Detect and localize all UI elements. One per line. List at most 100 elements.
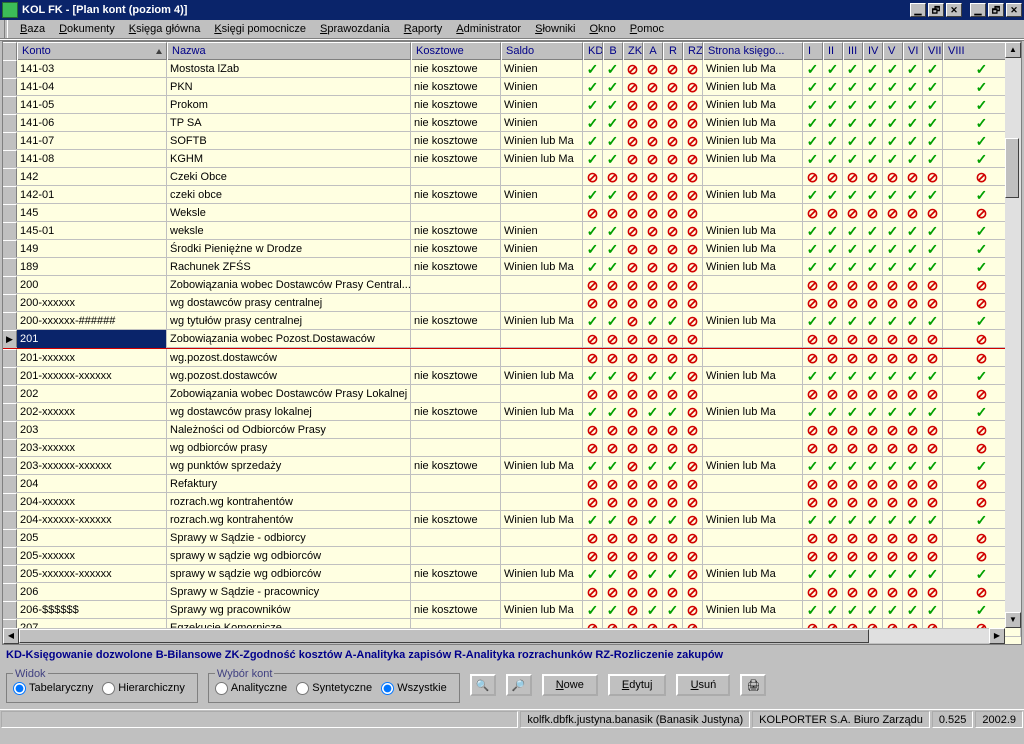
cell-v: ⊘ [883, 168, 903, 186]
table-row[interactable]: 142-01czeki obcenie kosztoweWinien✓✓⊘⊘⊘⊘… [3, 186, 1021, 204]
close-button[interactable]: ✕ [1006, 3, 1022, 17]
table-row[interactable]: 142Czeki Obce⊘⊘⊘⊘⊘⊘⊘⊘⊘⊘⊘⊘⊘⊘ [3, 168, 1021, 186]
menu-ksiegi-pomocnicze[interactable]: Księgi pomocnicze [208, 21, 312, 37]
cell-i: ⊘ [803, 294, 823, 312]
table-row[interactable]: 201-xxxxxx-xxxxxxwg.pozost.dostawcównie … [3, 367, 1021, 385]
menu-raporty[interactable]: Raporty [398, 21, 449, 37]
menu-dokumenty[interactable]: Dokumenty [53, 21, 121, 37]
table-row[interactable]: 206-$$$$$$Sprawy wg pracownikównie koszt… [3, 601, 1021, 619]
print-button[interactable]: 🖨 [740, 674, 766, 696]
zoom-out-button[interactable]: 🔎 [506, 674, 532, 696]
col-nazwa[interactable]: Nazwa [167, 42, 411, 60]
cell-iii: ⊘ [843, 349, 863, 367]
cell-iv: ✓ [863, 312, 883, 330]
vertical-thumb[interactable] [1005, 138, 1019, 198]
cell-vi: ✓ [903, 601, 923, 619]
mdi-maximize-button[interactable]: 🗗 [928, 3, 944, 17]
col-iii[interactable]: III [843, 42, 863, 60]
minimize-button[interactable]: ▁ [970, 3, 986, 17]
table-row[interactable]: 204-xxxxxx-xxxxxxrozrach.wg kontrahentów… [3, 511, 1021, 529]
table-row[interactable]: 205-xxxxxx-xxxxxxsprawy w sądzie wg odbi… [3, 565, 1021, 583]
table-row[interactable]: 204-xxxxxxrozrach.wg kontrahentów⊘⊘⊘⊘⊘⊘⊘… [3, 493, 1021, 511]
menu-sprawozdania[interactable]: Sprawozdania [314, 21, 396, 37]
col-kosztowe[interactable]: Kosztowe [411, 42, 501, 60]
col-kd[interactable]: KD [583, 42, 603, 60]
menu-slowniki[interactable]: Słowniki [529, 21, 581, 37]
col-rz[interactable]: RZ [683, 42, 703, 60]
scroll-down-button[interactable]: ▼ [1005, 612, 1021, 628]
menu-okno[interactable]: Okno [583, 21, 621, 37]
table-row[interactable]: 189Rachunek ZFŚSnie kosztoweWinien lub M… [3, 258, 1021, 276]
table-row[interactable]: 201Zobowiązania wobec Pozost.Dostawaców⊘… [3, 330, 1021, 348]
row-indicator [3, 186, 17, 203]
radio-analityczne[interactable]: Analityczne [215, 682, 287, 695]
table-row[interactable]: 202-xxxxxx wg dostawców prasy lokalnejni… [3, 403, 1021, 421]
table-row[interactable]: 200-xxxxxxwg dostawców prasy centralnej⊘… [3, 294, 1021, 312]
col-ii[interactable]: II [823, 42, 843, 60]
table-row[interactable]: 205Sprawy w Sądzie - odbiorcy⊘⊘⊘⊘⊘⊘⊘⊘⊘⊘⊘… [3, 529, 1021, 547]
horizontal-thumb[interactable] [19, 629, 869, 643]
grid-body[interactable]: 141-03Mostosta lZabnie kosztoweWinien✓✓⊘… [3, 60, 1021, 646]
col-zk[interactable]: ZK [623, 42, 643, 60]
table-row[interactable]: 145Weksle⊘⊘⊘⊘⊘⊘⊘⊘⊘⊘⊘⊘⊘⊘ [3, 204, 1021, 222]
col-a[interactable]: A [643, 42, 663, 60]
nowe-button[interactable]: Nowe [542, 674, 598, 696]
col-vii[interactable]: VII [923, 42, 943, 60]
table-row[interactable]: 145-01wekslenie kosztoweWinien✓✓⊘⊘⊘⊘Wini… [3, 222, 1021, 240]
menu-baza[interactable]: Baza [14, 21, 51, 37]
table-row[interactable]: 141-05Prokomnie kosztoweWinien✓✓⊘⊘⊘⊘Wini… [3, 96, 1021, 114]
accounts-grid[interactable]: Konto Nazwa Kosztowe Saldo KD B ZK A R R… [2, 41, 1022, 645]
table-row[interactable]: 205-xxxxxxsprawy w sądzie wg odbiorców⊘⊘… [3, 547, 1021, 565]
table-row[interactable]: 203-xxxxxxwg odbiorców prasy⊘⊘⊘⊘⊘⊘⊘⊘⊘⊘⊘⊘… [3, 439, 1021, 457]
mdi-minimize-button[interactable]: ▁ [910, 3, 926, 17]
scroll-up-button[interactable]: ▲ [1005, 42, 1021, 58]
col-i[interactable]: I [803, 42, 823, 60]
scroll-left-button[interactable]: ◀ [3, 628, 19, 644]
usun-button[interactable]: Usuń [676, 674, 730, 696]
table-row[interactable]: 141-08KGHMnie kosztoweWinien lub Ma✓✓⊘⊘⊘… [3, 150, 1021, 168]
horizontal-scrollbar[interactable]: ◀ ▶ [3, 628, 1005, 644]
radio-hierarchiczny[interactable]: Hierarchiczny [102, 682, 185, 695]
scroll-right-button[interactable]: ▶ [989, 628, 1005, 644]
edytuj-button[interactable]: Edytuj [608, 674, 667, 696]
vertical-scrollbar[interactable]: ▲ ▼ [1005, 42, 1021, 628]
maximize-button[interactable]: 🗗 [988, 3, 1004, 17]
radio-wszystkie[interactable]: Wszystkie [381, 682, 447, 695]
col-b[interactable]: B [603, 42, 623, 60]
cell-rz: ⊘ [683, 78, 703, 96]
table-row[interactable]: 141-04PKNnie kosztoweWinien✓✓⊘⊘⊘⊘Winien … [3, 78, 1021, 96]
radio-syntetyczne[interactable]: Syntetyczne [296, 682, 372, 695]
cell-saldo: Winien [501, 60, 583, 78]
table-row[interactable]: 141-03Mostosta lZabnie kosztoweWinien✓✓⊘… [3, 60, 1021, 78]
table-row[interactable]: 203Należności od Odbiorców Prasy⊘⊘⊘⊘⊘⊘⊘⊘… [3, 421, 1021, 439]
col-saldo[interactable]: Saldo [501, 42, 583, 60]
bottom-toolbar: Widok Tabelaryczny Hierarchiczny Wybór k… [0, 661, 1024, 709]
cell-r: ⊘ [663, 385, 683, 403]
table-row[interactable]: 149Środki Pieniężne w Drodzenie kosztowe… [3, 240, 1021, 258]
menu-pomoc[interactable]: Pomoc [624, 21, 670, 37]
col-strona[interactable]: Strona księgo... [703, 42, 803, 60]
zoom-in-button[interactable]: 🔍 [470, 674, 496, 696]
row-indicator [3, 439, 17, 456]
table-row[interactable]: 141-06TP SAnie kosztoweWinien✓✓⊘⊘⊘⊘Winie… [3, 114, 1021, 132]
cell-saldo: Winien lub Ma [501, 565, 583, 583]
table-row[interactable]: 200-xxxxxx-######wg tytułów prasy centra… [3, 312, 1021, 330]
col-v[interactable]: V [883, 42, 903, 60]
radio-tabelaryczny[interactable]: Tabelaryczny [13, 682, 93, 695]
col-konto[interactable]: Konto [17, 42, 167, 60]
col-vi[interactable]: VI [903, 42, 923, 60]
table-row[interactable]: 204Refaktury⊘⊘⊘⊘⊘⊘⊘⊘⊘⊘⊘⊘⊘⊘ [3, 475, 1021, 493]
table-row[interactable]: 201-xxxxxxwg.pozost.dostawców⊘⊘⊘⊘⊘⊘⊘⊘⊘⊘⊘… [3, 349, 1021, 367]
menu-administrator[interactable]: Administrator [450, 21, 527, 37]
table-row[interactable]: 200Zobowiązania wobec Dostawców Prasy Ce… [3, 276, 1021, 294]
table-row[interactable]: 202Zobowiązania wobec Dostawców Prasy Lo… [3, 385, 1021, 403]
cell-saldo: Winien lub Ma [501, 150, 583, 168]
table-row[interactable]: 141-07SOFTBnie kosztoweWinien lub Ma✓✓⊘⊘… [3, 132, 1021, 150]
table-row[interactable]: 203-xxxxxx-xxxxxxwg punktów sprzedażynie… [3, 457, 1021, 475]
mdi-close-button[interactable]: ✕ [946, 3, 962, 17]
table-row[interactable]: 206Sprawy w Sądzie - pracownicy⊘⊘⊘⊘⊘⊘⊘⊘⊘… [3, 583, 1021, 601]
col-iv[interactable]: IV [863, 42, 883, 60]
cell-vi: ⊘ [903, 547, 923, 565]
col-r[interactable]: R [663, 42, 683, 60]
menu-ksiega-glowna[interactable]: Księga główna [123, 21, 207, 37]
